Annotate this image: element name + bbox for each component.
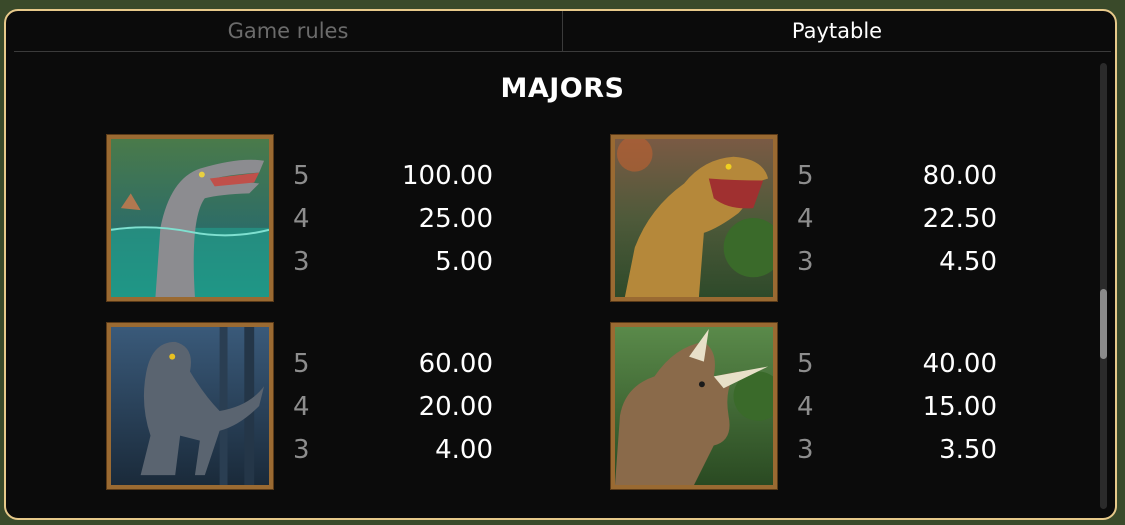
pay-row: 5 80.00	[797, 161, 997, 204]
pay-row: 4 20.00	[293, 392, 493, 435]
pay-value: 5.00	[435, 247, 493, 277]
pay-value: 60.00	[418, 349, 493, 379]
pay-count: 5	[797, 349, 814, 379]
pay-row: 4 15.00	[797, 392, 997, 435]
pay-row: 5 40.00	[797, 349, 997, 392]
pay-count: 4	[797, 392, 814, 422]
pay-row: 3 4.00	[293, 435, 493, 478]
tab-paytable[interactable]: Paytable	[563, 11, 1111, 51]
pay-row: 3 5.00	[293, 247, 493, 290]
pay-count: 5	[797, 161, 814, 191]
pay-value: 20.00	[418, 392, 493, 422]
pay-value: 4.50	[939, 247, 997, 277]
pay-value: 40.00	[922, 349, 997, 379]
triceratops-pays: 5 40.00 4 15.00 3 3.50	[797, 349, 997, 478]
section-title: MAJORS	[500, 73, 625, 104]
pay-count: 3	[293, 247, 310, 277]
pay-value: 100.00	[402, 161, 493, 191]
pay-value: 80.00	[922, 161, 997, 191]
raptor-pays: 5 60.00 4 20.00 3 4.00	[293, 349, 493, 478]
pay-count: 3	[293, 435, 310, 465]
pay-count: 3	[797, 247, 814, 277]
pay-value: 3.50	[939, 435, 997, 465]
pay-count: 4	[797, 204, 814, 234]
spinosaurus-pays: 5 100.00 4 25.00 3 5.00	[293, 161, 493, 290]
pay-value: 15.00	[922, 392, 997, 422]
pay-count: 3	[797, 435, 814, 465]
pay-row: 5 100.00	[293, 161, 493, 204]
tab-bar: Game rules Paytable	[14, 11, 1111, 52]
pay-row: 3 4.50	[797, 247, 997, 290]
scroll-thumb[interactable]	[1100, 289, 1107, 359]
pay-value: 25.00	[418, 204, 493, 234]
pay-row: 5 60.00	[293, 349, 493, 392]
pay-row: 4 25.00	[293, 204, 493, 247]
t-rex-symbol-icon	[610, 134, 778, 302]
pay-count: 4	[293, 392, 310, 422]
triceratops-symbol-icon	[610, 322, 778, 490]
scrollbar[interactable]	[1100, 63, 1107, 509]
pay-count: 4	[293, 204, 310, 234]
raptor-symbol-icon	[106, 322, 274, 490]
pay-row: 4 22.50	[797, 204, 997, 247]
spinosaurus-symbol-icon	[106, 134, 274, 302]
pay-row: 3 3.50	[797, 435, 997, 478]
pay-count: 5	[293, 161, 310, 191]
pay-count: 5	[293, 349, 310, 379]
pay-value: 22.50	[922, 204, 997, 234]
paytable-panel: Game rules Paytable MAJORS 5 100.00 4 25…	[4, 9, 1117, 520]
tab-game-rules[interactable]: Game rules	[14, 11, 563, 51]
t-rex-pays: 5 80.00 4 22.50 3 4.50	[797, 161, 997, 290]
pay-value: 4.00	[435, 435, 493, 465]
